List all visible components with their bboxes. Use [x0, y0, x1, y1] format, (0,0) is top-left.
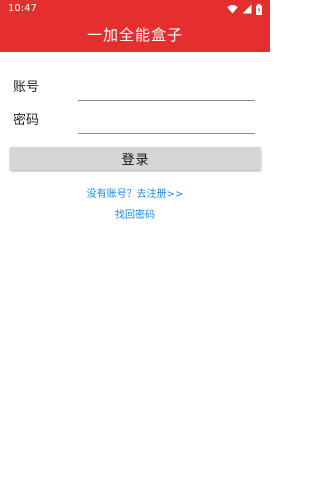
register-link[interactable]: 没有账号？去注册>>: [0, 188, 270, 202]
account-input[interactable]: [78, 78, 255, 101]
status-bar: 10:47: [0, 0, 270, 18]
wifi-icon: [227, 5, 238, 14]
password-input[interactable]: [78, 111, 255, 134]
status-time: 10:47: [8, 3, 37, 14]
login-button[interactable]: 登录: [10, 147, 261, 170]
password-label: 密码: [13, 113, 40, 128]
battery-icon: [256, 3, 262, 15]
app-bar: 一加全能盒子: [0, 18, 270, 52]
status-icons: [227, 3, 262, 15]
signal-icon: [242, 4, 252, 14]
password-row: 密码: [13, 111, 257, 135]
app-title: 一加全能盒子: [86, 26, 183, 44]
account-row: 账号: [13, 78, 257, 102]
recover-password-link[interactable]: 找回密码: [0, 209, 270, 223]
account-label: 账号: [13, 80, 40, 95]
